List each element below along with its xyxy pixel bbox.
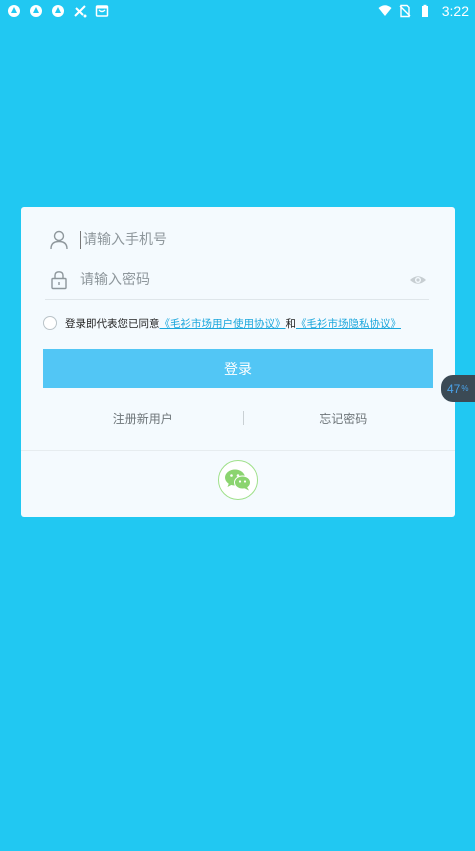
forgot-password-link[interactable]: 忘记密码 xyxy=(244,410,444,427)
agree-prefix: 登录即代表您已同意 xyxy=(65,317,160,330)
wechat-login-button[interactable] xyxy=(218,460,258,500)
status-time: 3:22 xyxy=(441,3,469,19)
agree-radio[interactable] xyxy=(43,316,57,330)
badge-value: 47 xyxy=(447,381,461,396)
password-input[interactable] xyxy=(80,271,409,288)
eye-icon[interactable] xyxy=(409,271,427,289)
login-card: 登录即代表您已同意 《毛衫市场用户使用协议》 和 《毛衫市场隐私协议》 登录 注… xyxy=(21,207,455,517)
agree-and: 和 xyxy=(285,317,297,330)
wechat-icon xyxy=(225,469,251,491)
shop-icon xyxy=(95,5,109,17)
register-link[interactable]: 注册新用户 xyxy=(43,410,243,427)
status-right: 3:22 xyxy=(378,3,469,19)
privacy-agreement-link[interactable]: 《毛衫市场隐私协议》 xyxy=(296,316,401,331)
status-left xyxy=(7,4,109,18)
links-row: 注册新用户 忘记密码 xyxy=(43,403,443,433)
app-icon-2 xyxy=(30,5,42,17)
card-divider xyxy=(21,450,455,451)
badge-unit: % xyxy=(461,384,469,393)
user-icon xyxy=(50,230,68,250)
no-sim-icon xyxy=(399,4,411,18)
password-field-row xyxy=(45,260,429,300)
login-button[interactable]: 登录 xyxy=(43,349,433,388)
battery-icon xyxy=(421,4,428,17)
wifi-icon xyxy=(378,5,392,16)
app-icon-3 xyxy=(52,5,64,17)
phone-input[interactable] xyxy=(80,231,429,249)
phone-field-row xyxy=(45,220,429,260)
user-agreement-link[interactable]: 《毛衫市场用户使用协议》 xyxy=(160,316,286,331)
satellite-icon xyxy=(74,5,87,18)
app-icon-1 xyxy=(8,5,20,17)
floating-progress-badge[interactable]: 47% xyxy=(441,375,475,402)
lock-icon xyxy=(51,270,67,289)
status-bar: 3:22 xyxy=(0,0,475,22)
agreement-row: 登录即代表您已同意 《毛衫市场用户使用协议》 和 《毛衫市场隐私协议》 xyxy=(43,314,443,332)
